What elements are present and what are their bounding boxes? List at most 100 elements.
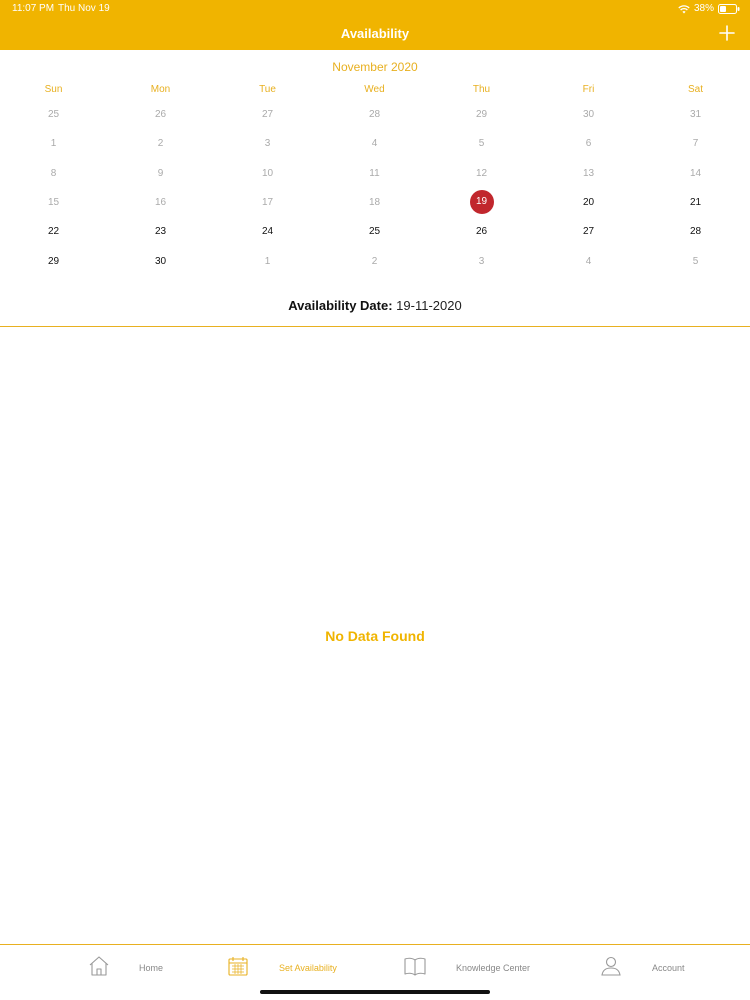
calendar-day-number: 31 (689, 109, 702, 120)
tab-set-availability[interactable]: Set Availability (227, 955, 337, 981)
calendar-day[interactable]: 29 (0, 247, 107, 276)
calendar-day[interactable]: 16 (107, 188, 214, 217)
calendar-day-number: 21 (689, 196, 702, 208)
calendar-day-number: 23 (154, 226, 167, 238)
calendar-day-number: 25 (368, 226, 381, 238)
calendar-day-number: 29 (47, 255, 60, 267)
calendar-day[interactable]: 18 (321, 188, 428, 217)
calendar-day-number: 4 (585, 255, 592, 267)
weekday-label: Fri (582, 84, 595, 95)
calendar-day[interactable]: 8 (0, 159, 107, 188)
calendar-day[interactable]: 25 (321, 217, 428, 246)
weekday-header: Sun Mon Tue Wed Thu Fri Sat (0, 84, 750, 98)
calendar-day-number: 16 (154, 196, 167, 208)
tab-home[interactable]: Home (88, 955, 163, 981)
plus-icon[interactable] (718, 24, 736, 42)
wifi-icon (678, 4, 690, 13)
empty-state-message: No Data Found (325, 628, 425, 644)
calendar-day[interactable]: 26 (107, 100, 214, 129)
calendar-day[interactable]: 3 (214, 129, 321, 158)
weekday-label: Sat (687, 84, 703, 95)
calendar-day[interactable]: 17 (214, 188, 321, 217)
calendar-day[interactable]: 20 (535, 188, 642, 217)
weekday-label: Thu (472, 84, 491, 95)
calendar-day-number: 9 (157, 167, 164, 179)
calendar-day-number: 7 (692, 138, 699, 150)
calendar-day-number: 28 (368, 109, 381, 120)
calendar-day[interactable]: 6 (535, 129, 642, 158)
calendar-day-number: 2 (157, 138, 164, 150)
calendar-day[interactable]: 11 (321, 159, 428, 188)
calendar-day[interactable]: 24 (214, 217, 321, 246)
calendar-day[interactable]: 31 (642, 100, 749, 129)
calendar-day[interactable]: 4 (321, 129, 428, 158)
calendar-day-number: 18 (368, 196, 381, 208)
calendar-day-number: 3 (478, 255, 485, 267)
calendar-day[interactable]: 9 (107, 159, 214, 188)
calendar-day[interactable]: 12 (428, 159, 535, 188)
calendar-day-number: 11 (369, 167, 380, 179)
weekday-label: Tue (259, 84, 276, 95)
weekday-label: Wed (364, 84, 385, 95)
user-icon (601, 956, 621, 976)
calendar-day[interactable]: 29 (428, 100, 535, 129)
calendar-day[interactable]: 30 (107, 247, 214, 276)
calendar-day-number: 27 (261, 109, 274, 120)
month-title: November 2020 (332, 60, 418, 74)
calendar-day[interactable]: 22 (0, 217, 107, 246)
calendar-day[interactable]: 4 (535, 247, 642, 276)
calendar-day[interactable]: 10 (214, 159, 321, 188)
home-indicator (260, 990, 490, 994)
calendar-day[interactable]: 27 (214, 100, 321, 129)
calendar-day-number: 30 (582, 109, 595, 120)
tab-label-set-availability: Set Availability (279, 963, 337, 973)
availability-date-value: 19-11-2020 (396, 298, 462, 313)
availability-date: Availability Date: 19-11-2020 (0, 298, 750, 313)
calendar-day-number: 28 (689, 226, 702, 238)
calendar-day-number: 24 (261, 226, 274, 238)
home-icon (89, 956, 109, 976)
calendar-icon (228, 957, 248, 976)
calendar-day[interactable]: 15 (0, 188, 107, 217)
calendar-day[interactable]: 2 (321, 247, 428, 276)
calendar-day[interactable]: 5 (642, 247, 749, 276)
calendar-day[interactable]: 13 (535, 159, 642, 188)
calendar-day[interactable]: 1 (214, 247, 321, 276)
calendar-day[interactable]: 7 (642, 129, 749, 158)
calendar-day[interactable]: 26 (428, 217, 535, 246)
calendar-day-number: 2 (371, 255, 378, 267)
calendar-day[interactable]: 19 (428, 188, 535, 217)
status-time: 11:07 PM (12, 3, 55, 14)
calendar-day[interactable]: 3 (428, 247, 535, 276)
calendar-day[interactable]: 28 (642, 217, 749, 246)
weekday-label: Mon (150, 84, 171, 95)
calendar-day-number: 26 (154, 109, 167, 120)
calendar-day-number: 5 (692, 255, 699, 267)
calendar-day[interactable]: 1 (0, 129, 107, 158)
calendar-day-number: 22 (47, 226, 60, 238)
weekday-label: Sun (44, 84, 63, 95)
tab-knowledge-center[interactable]: Knowledge Center (404, 955, 530, 981)
calendar-day[interactable]: 28 (321, 100, 428, 129)
tab-account[interactable]: Account (600, 955, 685, 981)
status-date: Thu Nov 19 (58, 3, 110, 14)
calendar-day[interactable]: 2 (107, 129, 214, 158)
calendar-day[interactable]: 27 (535, 217, 642, 246)
calendar-day[interactable]: 30 (535, 100, 642, 129)
tab-label-home: Home (139, 963, 164, 973)
calendar-day[interactable]: 14 (642, 159, 749, 188)
calendar-day[interactable]: 23 (107, 217, 214, 246)
calendar-day-number: 10 (261, 167, 274, 179)
battery-icon (718, 3, 740, 14)
calendar-day-number: 3 (264, 138, 271, 150)
calendar-day-number: 17 (261, 196, 274, 208)
calendar-day-number: 27 (582, 226, 595, 238)
calendar-day[interactable]: 25 (0, 100, 107, 129)
availability-date-label: Availability Date: (288, 298, 393, 313)
calendar-day[interactable]: 5 (428, 129, 535, 158)
calendar-day-number: 30 (154, 255, 167, 267)
calendar-day[interactable]: 21 (642, 188, 749, 217)
calendar-day-number: 6 (585, 138, 592, 150)
calendar-day-number: 25 (47, 109, 60, 120)
calendar-day-number: 29 (475, 109, 488, 120)
